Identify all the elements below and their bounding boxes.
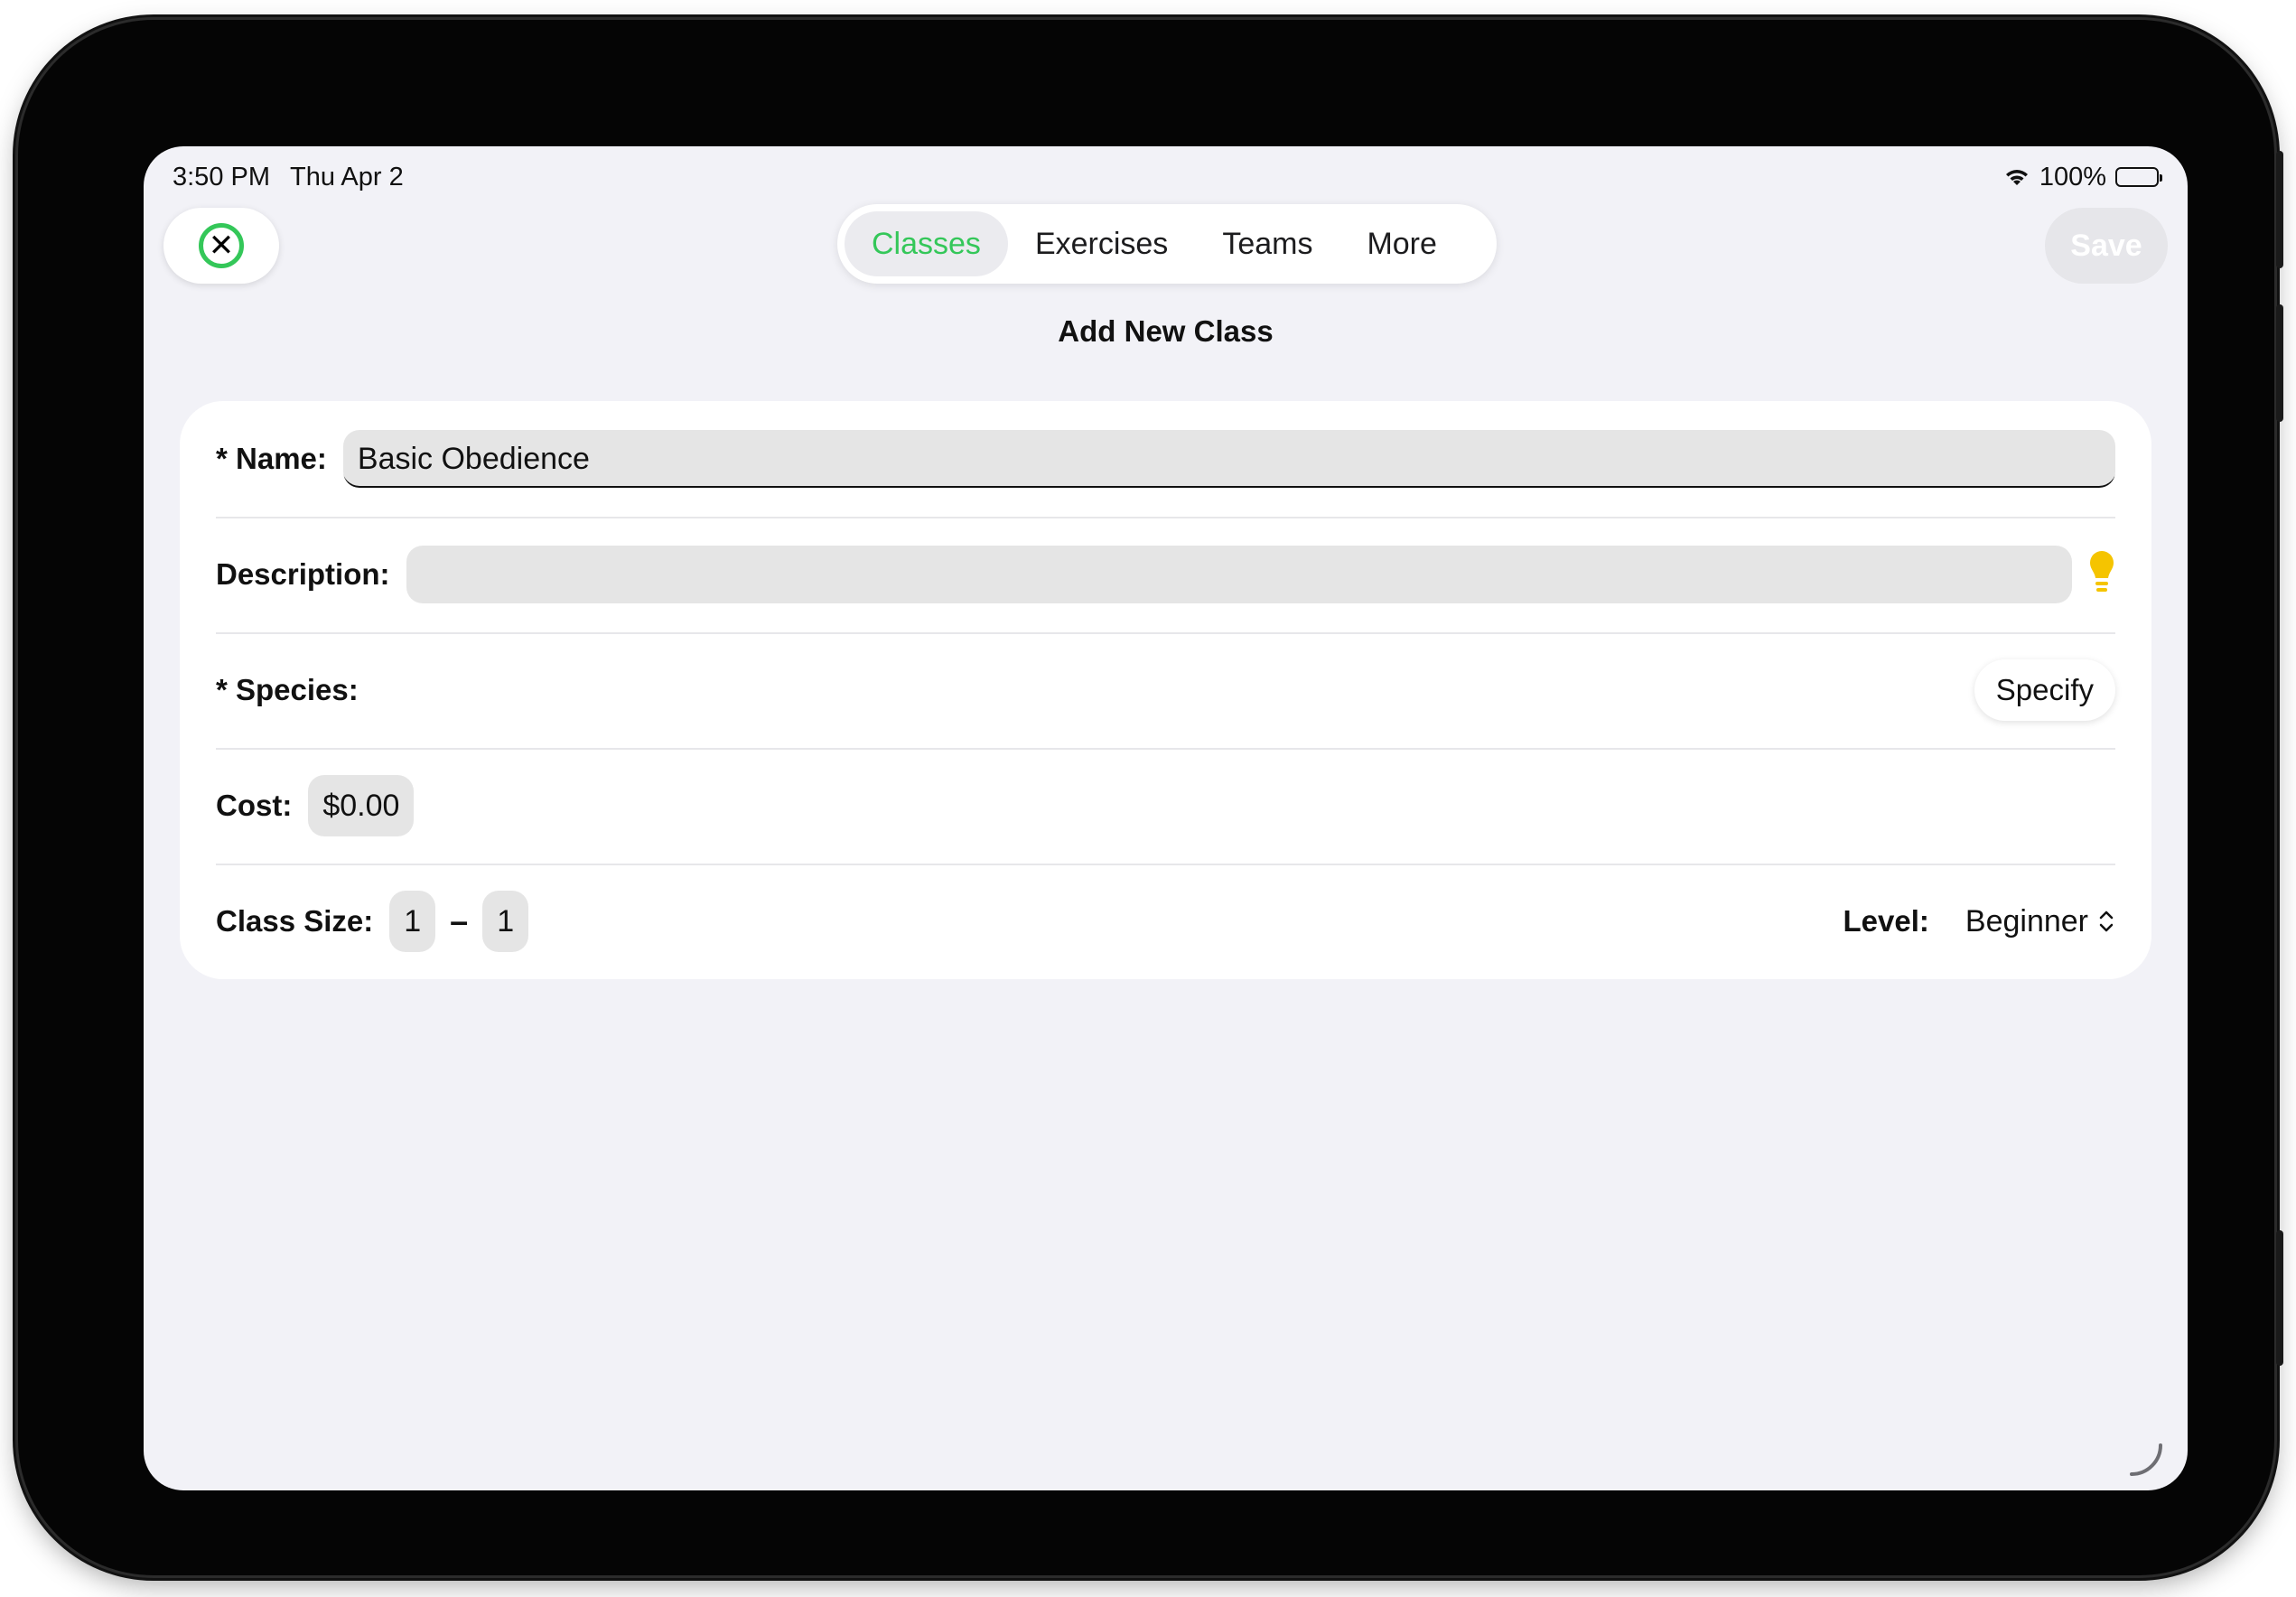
class-size-max-field[interactable]: 1 xyxy=(482,891,529,952)
species-row: * Species: Specify xyxy=(216,632,2115,750)
class-size-label: Class Size: xyxy=(216,904,374,938)
resize-handle-icon[interactable] xyxy=(2128,1442,2164,1478)
xmark-circle-icon: ✕ xyxy=(199,223,244,268)
description-label: Description: xyxy=(216,557,390,591)
close-button[interactable]: ✕ xyxy=(163,208,279,284)
status-date: Thu Apr 2 xyxy=(290,162,404,191)
tab-exercises[interactable]: Exercises xyxy=(1008,211,1195,276)
name-label: * Name: xyxy=(216,442,327,475)
class-form: * Name: Description: * Species: Specify … xyxy=(180,401,2151,979)
battery-percent: 100% xyxy=(2039,162,2106,191)
save-button[interactable]: Save xyxy=(2045,208,2168,284)
lightbulb-icon[interactable] xyxy=(2088,549,2115,600)
status-bar: 3:50 PM Thu Apr 2 100% xyxy=(173,159,2162,195)
cost-row: Cost: $0.00 xyxy=(216,748,2115,865)
level-control: Level: Beginner xyxy=(1843,904,2115,939)
side-button-bottom xyxy=(2276,1230,2283,1366)
name-field[interactable] xyxy=(342,430,2115,488)
wifi-icon xyxy=(2005,170,2028,185)
battery-icon xyxy=(2115,167,2162,187)
class-size-row: Class Size: 1 – 1 Level: Beginner xyxy=(216,864,2115,979)
screen: 3:50 PM Thu Apr 2 100% ✕ Classes Exercis… xyxy=(144,146,2188,1490)
level-picker[interactable]: Beginner xyxy=(1965,904,2115,939)
tab-more[interactable]: More xyxy=(1339,211,1463,276)
side-button-middle xyxy=(2276,304,2283,422)
page-title: Add New Class xyxy=(1058,314,1274,348)
description-field[interactable] xyxy=(406,546,2072,603)
status-time: 3:50 PM xyxy=(173,162,270,191)
level-label: Level: xyxy=(1843,904,1929,938)
cost-label: Cost: xyxy=(216,789,293,822)
ipad-frame: 3:50 PM Thu Apr 2 100% ✕ Classes Exercis… xyxy=(18,20,2283,1575)
side-button-top xyxy=(2276,151,2283,268)
class-size-min-field[interactable]: 1 xyxy=(389,891,436,952)
species-label: * Species: xyxy=(216,673,359,706)
cost-field[interactable]: $0.00 xyxy=(308,775,415,836)
section-tabs: Classes Exercises Teams More xyxy=(837,204,1497,284)
class-size-separator: – xyxy=(450,902,469,939)
level-value: Beginner xyxy=(1965,903,2088,939)
description-row: Description: xyxy=(216,517,2115,634)
tab-teams[interactable]: Teams xyxy=(1195,211,1339,276)
tab-classes[interactable]: Classes xyxy=(845,211,1008,276)
specify-species-button[interactable]: Specify xyxy=(1974,659,2115,721)
name-row: * Name: xyxy=(216,401,2115,518)
chevron-up-down-icon xyxy=(2099,911,2114,932)
